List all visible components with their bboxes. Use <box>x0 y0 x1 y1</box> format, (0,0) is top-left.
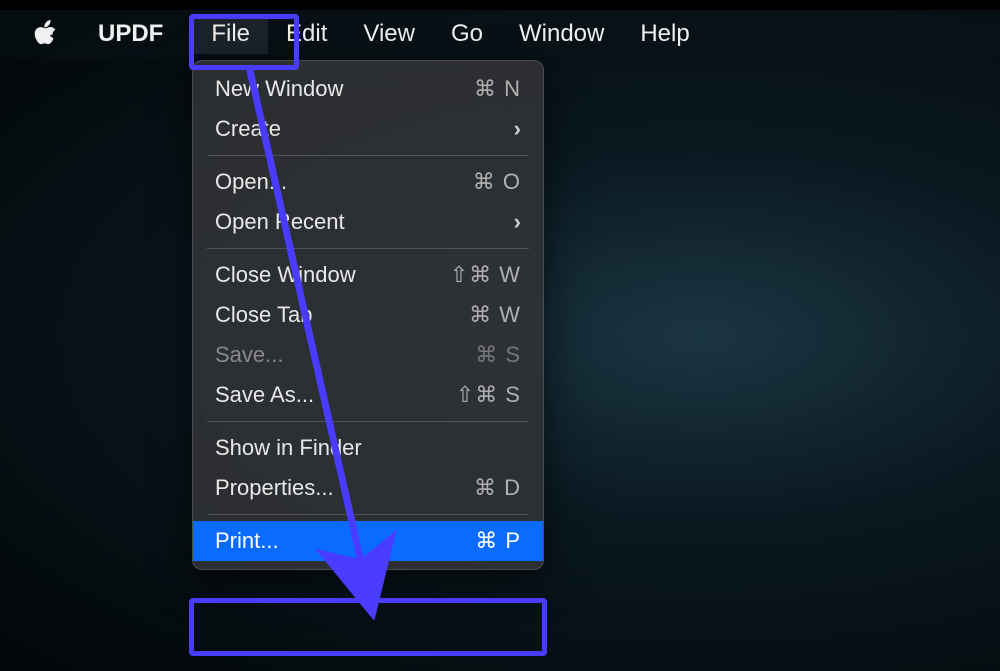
menu-edit[interactable]: Edit <box>268 14 345 54</box>
chevron-right-icon: › <box>514 116 521 142</box>
file-dropdown-menu: New Window ⌘ N Create › Open... ⌘ O Open… <box>192 60 544 570</box>
menu-item-open-recent[interactable]: Open Recent › <box>193 202 543 242</box>
menu-item-label: Print... <box>215 528 475 554</box>
menu-item-label: Create <box>215 116 514 142</box>
menu-item-shortcut: ⌘ S <box>475 342 521 368</box>
menu-item-shortcut: ⌘ D <box>474 475 521 501</box>
menu-item-properties[interactable]: Properties... ⌘ D <box>193 468 543 508</box>
menu-item-print[interactable]: Print... ⌘ P <box>193 521 543 561</box>
menu-view[interactable]: View <box>345 14 433 54</box>
menu-item-label: Open... <box>215 169 473 195</box>
menu-help[interactable]: Help <box>622 14 707 54</box>
menu-item-new-window[interactable]: New Window ⌘ N <box>193 69 543 109</box>
menu-item-close-tab[interactable]: Close Tab ⌘ W <box>193 295 543 335</box>
annotation-highlight-print <box>189 598 547 656</box>
menu-item-close-window[interactable]: Close Window ⇧⌘ W <box>193 255 543 295</box>
menu-item-label: Close Window <box>215 262 450 288</box>
menu-item-label: Save As... <box>215 382 456 408</box>
menu-item-open[interactable]: Open... ⌘ O <box>193 162 543 202</box>
menu-item-show-in-finder[interactable]: Show in Finder <box>193 428 543 468</box>
menu-item-save-as[interactable]: Save As... ⇧⌘ S <box>193 375 543 415</box>
menubar: UPDF File Edit View Go Window Help <box>0 10 1000 58</box>
menu-item-label: Save... <box>215 342 475 368</box>
menu-go[interactable]: Go <box>433 14 501 54</box>
window-top-strip <box>0 0 1000 10</box>
apple-logo-icon[interactable] <box>30 19 60 49</box>
menu-divider <box>207 155 529 156</box>
menu-divider <box>207 421 529 422</box>
menu-item-save: Save... ⌘ S <box>193 335 543 375</box>
menu-item-create[interactable]: Create › <box>193 109 543 149</box>
menu-item-shortcut: ⌘ W <box>469 302 521 328</box>
menu-divider <box>207 248 529 249</box>
menu-item-shortcut: ⌘ O <box>473 169 521 195</box>
menu-item-shortcut: ⌘ P <box>475 528 521 554</box>
chevron-right-icon: › <box>514 209 521 235</box>
menu-item-shortcut: ⇧⌘ W <box>450 262 521 288</box>
menu-item-label: Properties... <box>215 475 474 501</box>
menu-item-shortcut: ⇧⌘ S <box>456 382 521 408</box>
menu-item-label: New Window <box>215 76 474 102</box>
menu-file[interactable]: File <box>193 14 268 54</box>
menu-window[interactable]: Window <box>501 14 622 54</box>
menu-item-shortcut: ⌘ N <box>474 76 521 102</box>
menu-divider <box>207 514 529 515</box>
apple-icon <box>32 20 58 48</box>
app-name[interactable]: UPDF <box>98 20 163 48</box>
menu-item-label: Show in Finder <box>215 435 521 461</box>
menu-item-label: Close Tab <box>215 302 469 328</box>
menu-item-label: Open Recent <box>215 209 514 235</box>
